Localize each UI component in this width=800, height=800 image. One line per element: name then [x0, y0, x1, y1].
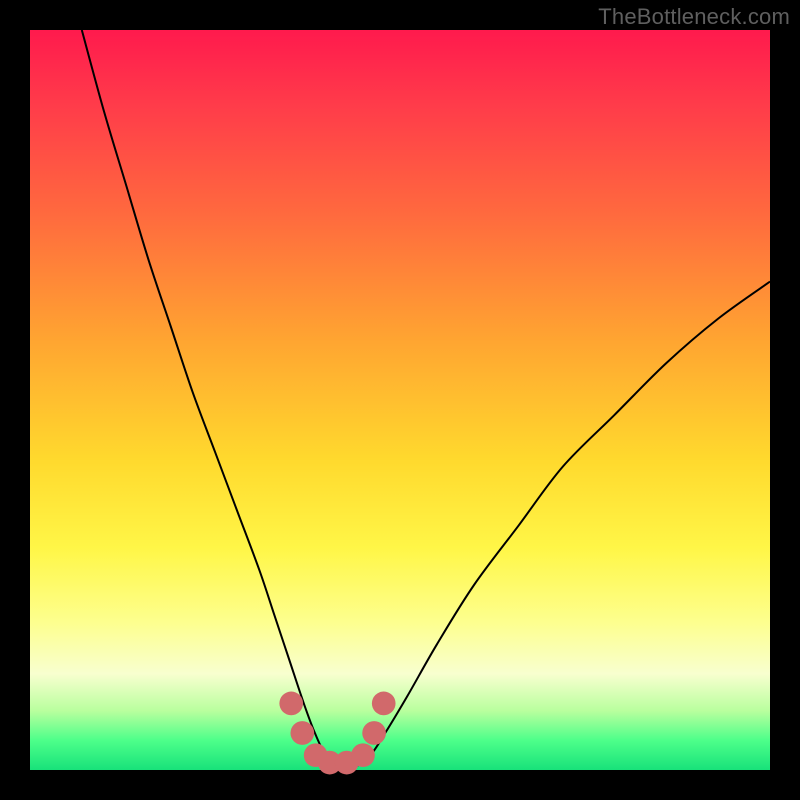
valley-markers	[279, 692, 395, 775]
chart-svg	[30, 30, 770, 770]
watermark-text: TheBottleneck.com	[598, 4, 790, 30]
valley-marker	[290, 721, 314, 745]
valley-marker	[279, 692, 303, 716]
bottleneck-curve	[82, 30, 770, 768]
valley-marker	[362, 721, 386, 745]
valley-marker	[372, 692, 396, 716]
valley-marker	[351, 743, 375, 767]
plot-area	[30, 30, 770, 770]
chart-frame: TheBottleneck.com	[0, 0, 800, 800]
